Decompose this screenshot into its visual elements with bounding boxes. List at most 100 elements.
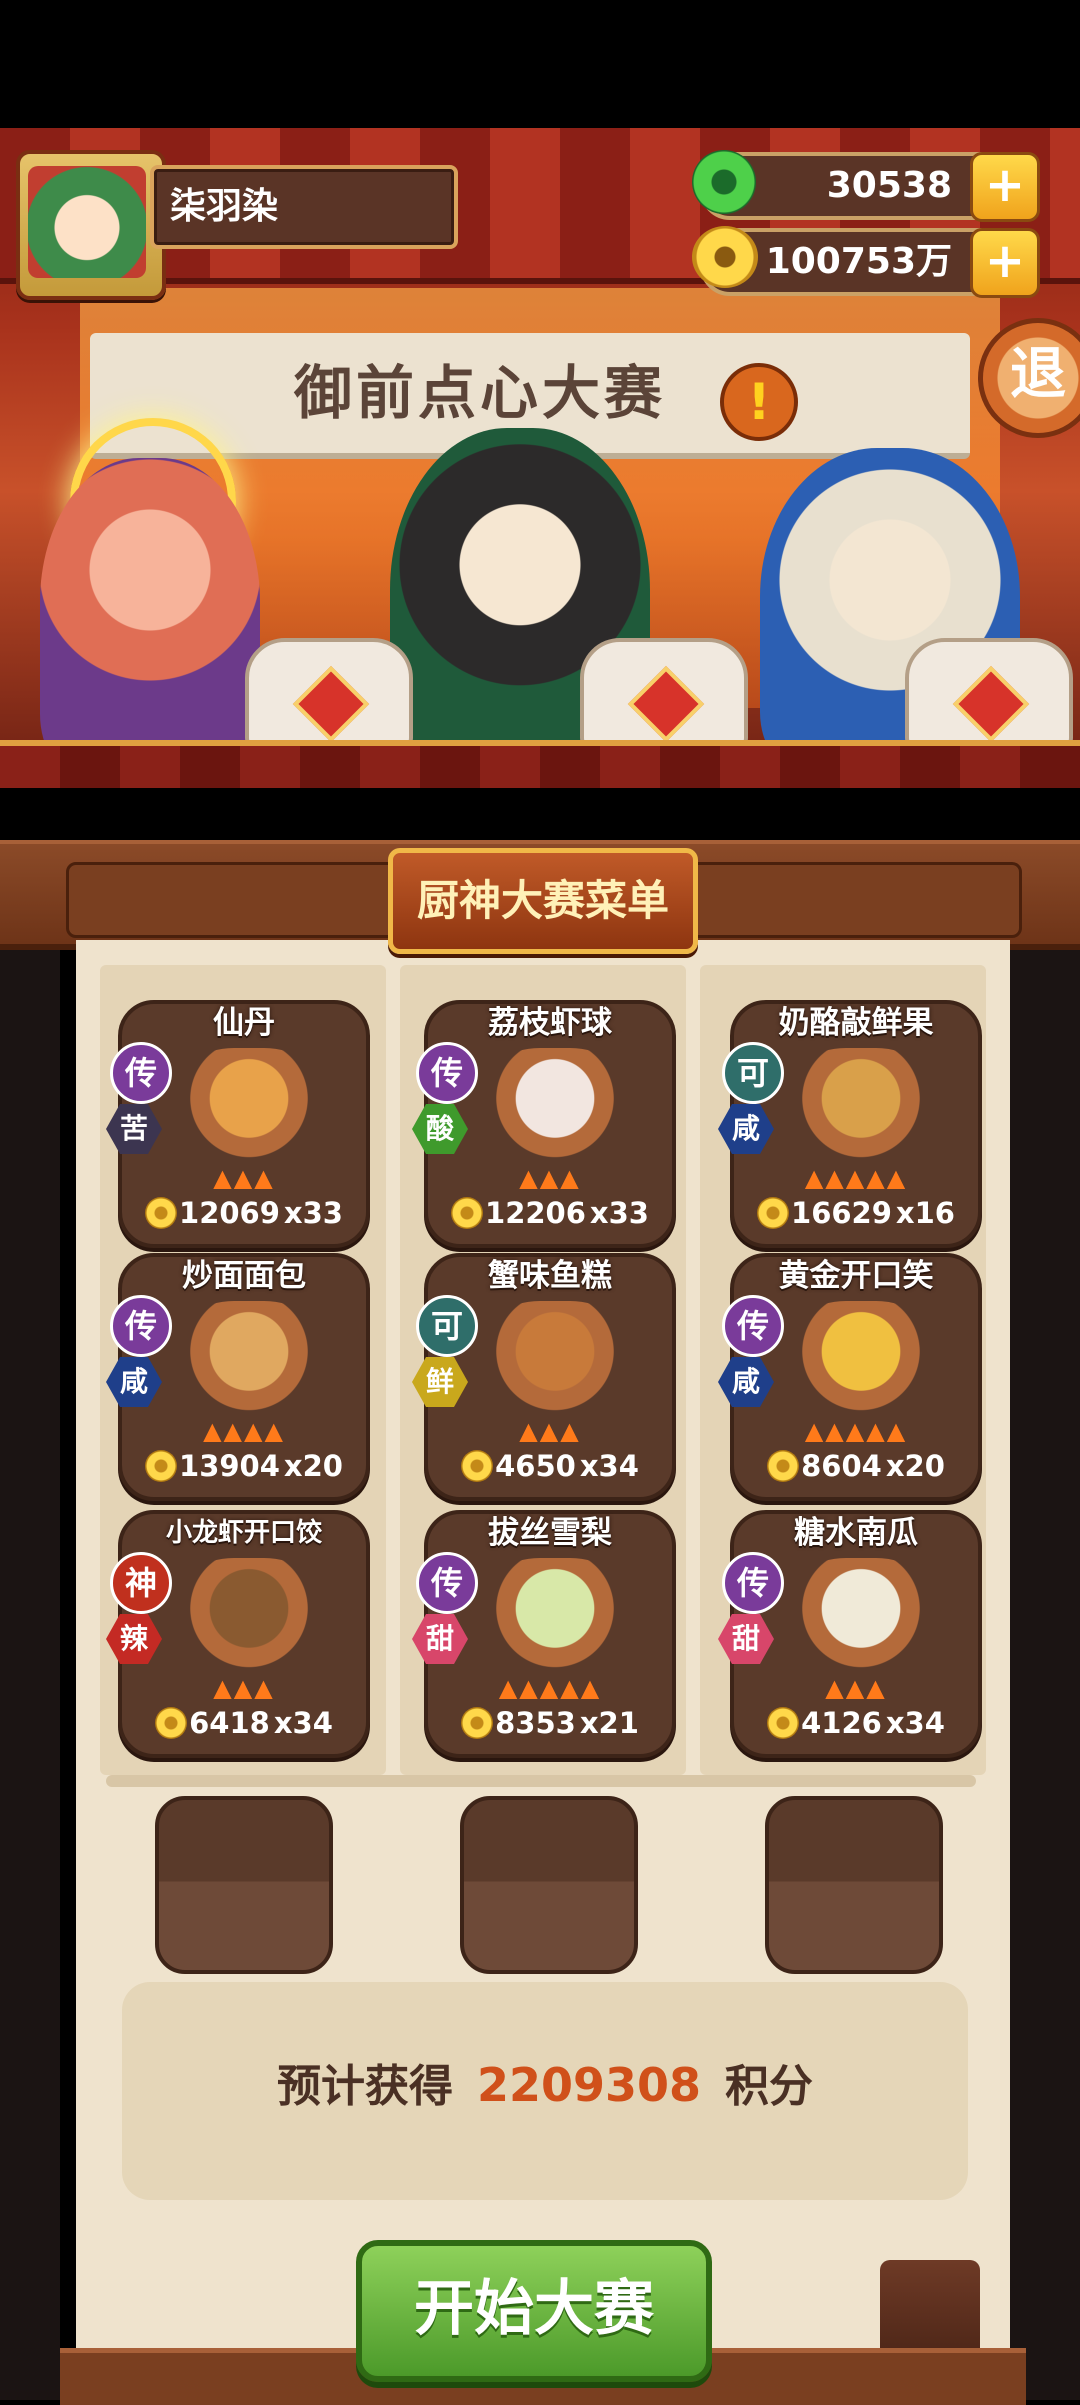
rarity-badge: 可 <box>416 1295 478 1357</box>
coin-icon <box>767 1450 800 1482</box>
dish-card[interactable]: 小龙虾开口饺神辣 ▲▲▲ 6418 x34 <box>106 1510 370 1758</box>
rival-chef-left[interactable] <box>40 458 260 778</box>
flame-icon: ▲ <box>233 1674 255 1702</box>
dish-price: 8604 <box>801 1449 882 1483</box>
coin-icon <box>757 1197 790 1229</box>
dish-price: 8353 <box>495 1706 576 1740</box>
dish-image <box>480 1301 630 1413</box>
flame-icon: ▲ <box>866 1417 887 1445</box>
flame-rating: ▲▲▲ <box>734 1674 978 1704</box>
dish-name: 荔枝虾球 <box>488 1005 612 1041</box>
price-row: 12069 x33 <box>122 1196 366 1236</box>
dish-card[interactable]: 黄金开口笑传咸 ▲▲▲▲▲ 8604 x20 <box>718 1253 982 1501</box>
background-left <box>0 940 60 2400</box>
dish-image <box>786 1558 936 1670</box>
coin-icon <box>767 1707 800 1739</box>
dish-name: 仙丹 <box>213 1005 275 1041</box>
dish-image <box>786 1048 936 1160</box>
price-row: 8604 x20 <box>734 1449 978 1489</box>
dish-image <box>786 1301 936 1413</box>
dish-price: 12069 <box>179 1196 280 1230</box>
menu-title-plaque: 厨神大赛菜单 <box>388 848 698 954</box>
rarity-badge: 传 <box>110 1295 172 1357</box>
flame-icon: ▲ <box>804 1164 826 1192</box>
start-contest-button[interactable]: 开始大赛 <box>356 2240 712 2382</box>
coin-icon <box>155 1707 188 1739</box>
dish-name: 炒面面包 <box>182 1258 306 1294</box>
cooking-pot <box>580 638 748 756</box>
flame-icon: ▲ <box>519 1417 540 1445</box>
flame-icon: ▲ <box>233 1164 255 1192</box>
flame-icon: ▲ <box>264 1417 285 1445</box>
coin-icon <box>461 1450 494 1482</box>
flame-icon: ▲ <box>213 1674 234 1702</box>
dish-price: 12206 <box>485 1196 586 1230</box>
rarity-badge: 传 <box>110 1042 172 1104</box>
flame-icon: ▲ <box>560 1417 581 1445</box>
rarity-badge: 传 <box>416 1042 478 1104</box>
dish-price: 4650 <box>495 1449 576 1483</box>
flame-icon: ▲ <box>845 1674 867 1702</box>
dish-card[interactable]: 荔枝虾球传酸 ▲▲▲ 12206 x33 <box>412 1000 676 1248</box>
estimate-suffix: 积分 <box>725 2061 814 2112</box>
flame-icon: ▲ <box>866 1164 887 1192</box>
flame-icon: ▲ <box>203 1417 224 1445</box>
estimate-prefix: 预计获得 <box>276 2061 453 2112</box>
flame-icon: ▲ <box>886 1164 908 1192</box>
flame-rating: ▲▲▲▲▲ <box>428 1674 672 1704</box>
flame-icon: ▲ <box>845 1164 867 1192</box>
dish-quantity: x33 <box>589 1196 649 1230</box>
flame-icon: ▲ <box>519 1164 540 1192</box>
status-bar <box>0 0 1080 128</box>
info-alert-icon[interactable]: ! <box>720 363 798 441</box>
flame-icon: ▲ <box>254 1164 275 1192</box>
dish-price: 16629 <box>791 1196 892 1230</box>
dish-image <box>174 1048 324 1160</box>
flame-icon: ▲ <box>539 1674 561 1702</box>
coin-icon <box>145 1450 178 1482</box>
avatar[interactable] <box>28 166 146 278</box>
dish-quantity: x34 <box>885 1706 945 1740</box>
dish-card[interactable]: 蟹味鱼糕可鲜 ▲▲▲ 4650 x34 <box>412 1253 676 1501</box>
dish-quantity: x20 <box>885 1449 945 1483</box>
dish-card[interactable]: 仙丹传苦 ▲▲▲ 12069 x33 <box>106 1000 370 1248</box>
coin-icon <box>461 1707 494 1739</box>
rarity-badge: 传 <box>722 1295 784 1357</box>
dish-price: 6418 <box>189 1706 270 1740</box>
jade-icon <box>692 150 756 214</box>
coin-icon <box>451 1197 484 1229</box>
dish-price: 4126 <box>801 1706 882 1740</box>
flame-icon: ▲ <box>519 1674 540 1702</box>
flame-icon: ▲ <box>886 1417 908 1445</box>
flame-rating: ▲▲▲▲ <box>122 1417 366 1447</box>
flame-icon: ▲ <box>845 1417 867 1445</box>
empty-dish-slot[interactable] <box>460 1796 638 1974</box>
flame-rating: ▲▲▲ <box>122 1164 366 1194</box>
cooking-pot <box>905 638 1073 756</box>
price-row: 4650 x34 <box>428 1449 672 1489</box>
flame-icon: ▲ <box>560 1674 581 1702</box>
dish-card[interactable]: 糖水南瓜传甜 ▲▲▲ 4126 x34 <box>718 1510 982 1758</box>
estimate-row: 预计获得 2209308 积分 <box>122 2050 968 2120</box>
dish-card[interactable]: 炒面面包传咸 ▲▲▲▲ 13904 x20 <box>106 1253 370 1501</box>
dish-card[interactable]: 拔丝雪梨传甜 ▲▲▲▲▲ 8353 x21 <box>412 1510 676 1758</box>
rarity-badge: 传 <box>722 1552 784 1614</box>
flame-icon: ▲ <box>580 1674 602 1702</box>
dish-quantity: x34 <box>273 1706 333 1740</box>
player-name: 柒羽染 <box>170 186 279 227</box>
rarity-badge: 传 <box>416 1552 478 1614</box>
dish-name: 黄金开口笑 <box>778 1258 934 1294</box>
price-row: 6418 x34 <box>122 1706 366 1746</box>
flame-icon: ▲ <box>213 1164 234 1192</box>
add-jade-button[interactable]: + <box>970 152 1040 222</box>
flame-icon: ▲ <box>825 1417 846 1445</box>
flame-icon: ▲ <box>244 1417 265 1445</box>
price-row: 12206 x33 <box>428 1196 672 1236</box>
add-coin-button[interactable]: + <box>970 228 1040 298</box>
empty-dish-slot[interactable] <box>765 1796 943 1974</box>
dish-name: 拔丝雪梨 <box>488 1515 612 1551</box>
dish-card[interactable]: 奶酪敲鲜果可咸 ▲▲▲▲▲ 16629 x16 <box>718 1000 982 1248</box>
empty-dish-slot[interactable] <box>155 1796 333 1974</box>
dish-name: 奶酪敲鲜果 <box>778 1005 934 1041</box>
flame-rating: ▲▲▲ <box>122 1674 366 1704</box>
